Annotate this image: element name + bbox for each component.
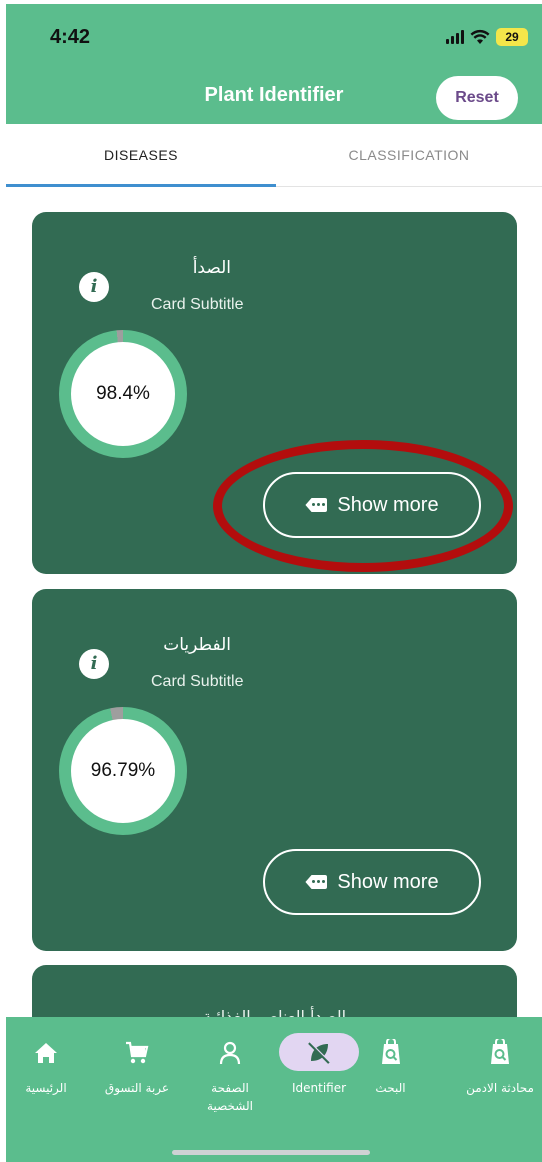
disease-card: i الفطريات Card Subtitle 96.79% Show mor… (32, 589, 517, 951)
tag-icon (305, 875, 327, 889)
card-subtitle: Card Subtitle (151, 296, 244, 313)
show-more-label: Show more (337, 493, 439, 516)
info-icon[interactable]: i (79, 649, 109, 679)
info-icon[interactable]: i (79, 272, 109, 302)
tab-bar: DISEASES CLASSIFICATION (6, 124, 542, 187)
status-time: 4:42 (50, 26, 91, 48)
battery-level: 29 (496, 28, 528, 46)
nav-label: Identifier (291, 1081, 347, 1095)
show-more-button[interactable]: Show more (263, 849, 481, 915)
cellular-signal-icon (446, 30, 464, 44)
card-subtitle: Card Subtitle (151, 673, 244, 690)
cart-icon (126, 1041, 149, 1064)
app-header: 4:42 29 Plant Identifier Reset (6, 4, 542, 124)
home-icon (35, 1043, 57, 1063)
nav-label: محادثة الادمن (466, 1081, 534, 1095)
bottom-navigation: محادثة الادمن البحث Identifier الصفحة ال… (6, 1017, 542, 1162)
card-title: الصدأ (192, 258, 231, 278)
reset-button[interactable]: Reset (436, 76, 518, 120)
card-title: الفطريات (163, 635, 231, 655)
show-more-label: Show more (337, 870, 439, 893)
status-indicators: 29 (446, 28, 528, 46)
disease-card: i الصدأ Card Subtitle 98.4% Show more (32, 212, 517, 574)
tag-icon (305, 498, 327, 512)
no-plant-icon (308, 1041, 331, 1064)
tab-indicator (6, 184, 276, 187)
home-indicator[interactable] (172, 1150, 370, 1155)
tab-diseases[interactable]: DISEASES (6, 124, 276, 186)
nav-label: الصفحة الشخصية (207, 1081, 253, 1113)
confidence-percent: 98.4% (71, 342, 175, 446)
tab-classification[interactable]: CLASSIFICATION (276, 124, 542, 186)
search-bag-icon (381, 1039, 400, 1064)
confidence-progress-ring: 98.4% (59, 330, 187, 458)
nav-label: البحث (375, 1081, 406, 1095)
person-icon (219, 1041, 241, 1065)
nav-label: عربة التسوق (104, 1081, 170, 1095)
show-more-button[interactable]: Show more (263, 472, 481, 538)
confidence-progress-ring: 96.79% (59, 707, 187, 835)
wifi-icon (470, 29, 490, 44)
nav-label: الرئيسية (25, 1081, 67, 1095)
search-bag-icon (490, 1039, 509, 1064)
confidence-percent: 96.79% (71, 719, 175, 823)
